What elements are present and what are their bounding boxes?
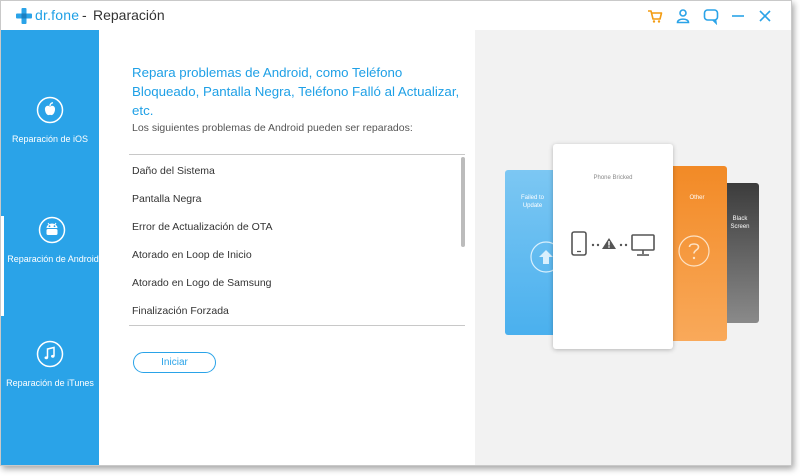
title-separator: - [82,7,87,23]
card-label: Other [689,195,705,201]
list-item[interactable]: Error de Actualización de OTA [132,221,272,233]
music-note-icon [36,340,64,368]
list-item[interactable]: Atorado en Logo de Samsung [132,277,272,289]
start-button[interactable]: Iniciar [133,352,216,373]
card-label: Phone Bricked [593,175,633,181]
sidebar-item-label: Reparación de iTunes [6,378,94,388]
user-icon[interactable] [674,7,692,25]
page-subtext: Los siguientes problemas de Android pued… [132,122,413,134]
phone-to-computer-warning-icon [571,231,655,256]
issue-list: Daño del Sistema Pantalla Negra Error de… [129,154,465,326]
app-window: dr.fone - Reparación Reparación de iOS R… [0,0,792,466]
title-bar: dr.fone - Reparación [1,1,791,30]
apple-icon [36,96,64,124]
phone-bricked-card: Phone Bricked [553,144,673,349]
window-title: Reparación [93,7,165,23]
list-item[interactable]: Finalización Forzada [132,305,229,317]
question-icon [678,235,710,267]
sidebar-item-ios-repair[interactable]: Reparación de iOS [1,96,99,196]
list-item[interactable]: Pantalla Negra [132,193,201,205]
sidebar-item-label: Reparación de iOS [11,134,89,144]
sidebar-item-label: Reparación de Android [7,254,99,264]
close-icon[interactable] [756,7,774,25]
list-item[interactable]: Daño del Sistema [132,165,215,177]
minimize-icon[interactable] [729,7,747,25]
android-icon [38,216,65,244]
page-headline: Repara problemas de Android, como Teléfo… [132,65,460,118]
preview-panel: Black Screen Other Failed to Update Phon… [475,30,791,465]
main-panel: Repara problemas de Android, como Teléfo… [99,30,475,465]
other-card: Other [667,166,727,341]
chat-bubble-icon[interactable] [702,7,720,25]
plus-logo-icon [16,8,32,24]
sidebar: Reparación de iOS Reparación de Android [1,30,99,465]
sidebar-item-android-repair[interactable]: Reparación de Android [1,216,99,316]
list-item[interactable]: Atorado en Loop de Inicio [132,249,252,261]
app-name: dr.fone [35,7,80,23]
sidebar-item-itunes-repair[interactable]: Reparación de iTunes [1,340,99,440]
cart-icon[interactable] [646,7,664,25]
card-label: Failed to Update [520,195,544,209]
failed-update-card: Failed to Update [505,170,560,335]
list-scrollbar[interactable] [461,157,465,247]
